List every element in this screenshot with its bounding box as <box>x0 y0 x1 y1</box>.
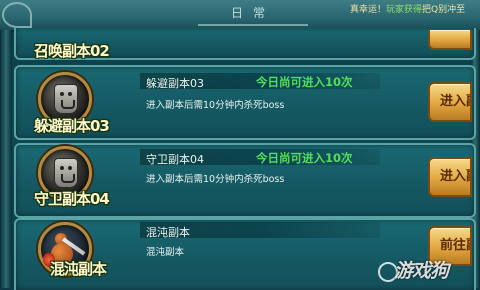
enter-dungeon-button[interactable]: 进入副 <box>428 82 472 122</box>
dungeon-name: 混沌副本 <box>146 226 190 239</box>
dungeon-name: 守卫副本04 <box>146 153 204 166</box>
system-notice: 真幸运！玩家获得把Q别冲至 <box>350 5 466 15</box>
dungeon-icon-label: 召唤副本02 <box>34 42 110 60</box>
corner-ornament-icon <box>2 2 32 28</box>
dungeon-description: 混沌副本 <box>146 247 185 258</box>
dungeon-icon-label: 守卫副本04 <box>34 190 110 208</box>
entry-quota: 今日尚可进入10次 <box>256 151 353 165</box>
dungeon-icon-label: 躲避副本03 <box>34 117 110 135</box>
dungeon-name: 躲避副本03 <box>146 77 204 90</box>
enter-dungeon-button[interactable]: 进入副 <box>428 157 472 197</box>
entry-quota: 今日尚可进入10次 <box>256 75 353 89</box>
dungeon-description: 进入副本后需10分钟内杀死boss <box>146 174 285 185</box>
left-frame-rail <box>0 30 12 288</box>
dungeon-description: 进入副本后需10分钟内杀死boss <box>146 100 285 111</box>
window-title: 日常 <box>198 4 308 26</box>
enter-dungeon-button[interactable] <box>428 30 472 50</box>
dungeon-icon-label: 混沌副本 <box>50 260 107 278</box>
watermark: 游戏狗 <box>394 260 449 282</box>
